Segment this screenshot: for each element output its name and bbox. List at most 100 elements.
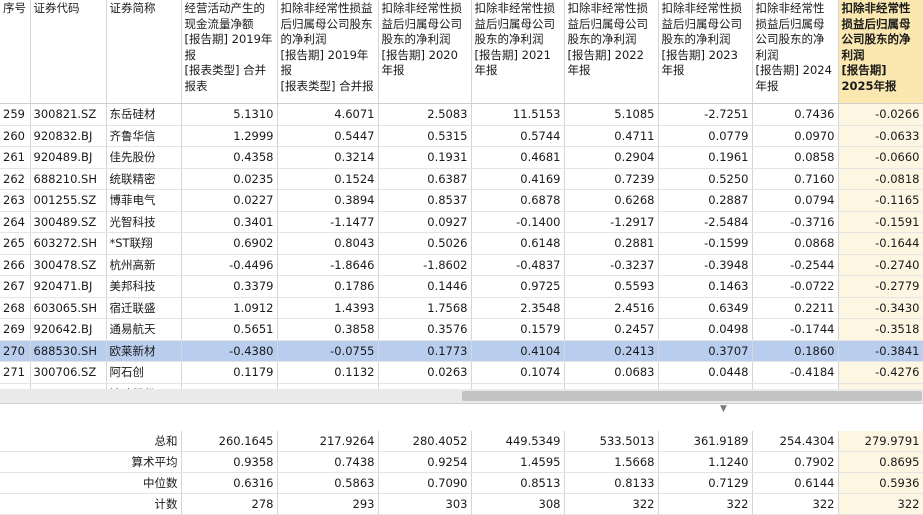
security-code-cell[interactable]: 688210.SH [30,168,107,190]
security-name-cell[interactable]: 东岳硅材 [106,103,182,126]
column-header-2[interactable]: 证券简称 [106,0,182,104]
value-cell[interactable]: 0.0263 [378,361,472,384]
table-row[interactable]: 268 603065.SH 宿迁联盛 1.0912 1.4393 1.7568 2.3548… [0,297,923,319]
value-cell[interactable]: -0.4380 [181,340,278,362]
value-cell[interactable]: -0.3518 [838,318,923,341]
value-cell[interactable]: 0.3214 [277,146,379,169]
value-cell[interactable]: 0.4711 [564,125,659,147]
value-cell[interactable]: 0.8043 [277,232,379,255]
security-code-cell[interactable]: 300821.SZ [30,103,107,126]
value-cell[interactable]: 0.0858 [752,146,839,169]
value-cell[interactable]: -0.3716 [752,211,839,233]
security-name-cell[interactable]: 杭州高新 [106,254,182,276]
value-cell[interactable]: 0.7239 [564,168,659,190]
column-header-5[interactable]: 扣除非经常性损益后归属母公司股东的净利润 [报告期] 2020年报 [378,0,472,104]
value-cell[interactable]: 0.1579 [471,318,565,341]
value-cell[interactable]: 0.1524 [277,168,379,190]
row-index-cell[interactable]: 260 [0,125,31,147]
security-code-cell[interactable]: 688530.SH [30,340,107,362]
security-name-cell[interactable]: 博菲电气 [106,189,182,212]
value-cell[interactable]: 0.8537 [378,189,472,212]
row-index-cell[interactable]: 259 [0,103,31,126]
value-cell[interactable]: -0.1165 [838,189,923,212]
table-row[interactable]: 267 920471.BJ 美邦科技 0.3379 0.1786 0.1446 0.9725… [0,275,923,298]
value-cell[interactable]: 0.1132 [277,361,379,384]
value-cell[interactable]: 0.0927 [378,211,472,233]
security-code-cell[interactable]: 300489.SZ [30,211,107,233]
value-cell[interactable]: -0.1400 [471,211,565,233]
value-cell[interactable]: 0.1773 [378,340,472,362]
value-cell[interactable]: 0.1931 [378,146,472,169]
value-cell[interactable]: 0.0794 [752,189,839,212]
security-code-cell[interactable]: 300478.SZ [30,254,107,276]
scrollbar-thumb[interactable] [462,391,922,401]
pane-splitter[interactable]: ▼ [0,403,923,428]
value-cell[interactable]: 0.0498 [658,318,753,341]
security-code-cell[interactable]: 920642.BJ [30,318,107,341]
value-cell[interactable]: 2.5083 [378,103,472,126]
value-cell[interactable]: 0.1961 [658,146,753,169]
value-cell[interactable]: 0.2904 [564,146,659,169]
value-cell[interactable]: -0.4837 [471,254,565,276]
column-header-3[interactable]: 经营活动产生的现金流量净额 [报告期] 2019年报 [报表类型] 合并报表 [181,0,278,104]
row-index-cell[interactable]: 269 [0,318,31,341]
value-cell[interactable]: -0.2740 [838,254,923,276]
value-cell[interactable]: 0.5593 [564,275,659,298]
value-cell[interactable]: -0.0755 [277,340,379,362]
value-cell[interactable]: 0.0868 [752,232,839,255]
chevron-down-icon[interactable]: ▼ [720,404,727,414]
value-cell[interactable]: -0.0266 [838,103,923,126]
value-cell[interactable]: -0.1599 [658,232,753,255]
value-cell[interactable]: 0.5744 [471,125,565,147]
value-cell[interactable]: 0.6878 [471,189,565,212]
row-index-cell[interactable]: 262 [0,168,31,190]
value-cell[interactable]: 0.3858 [277,318,379,341]
value-cell[interactable]: 0.5315 [378,125,472,147]
value-cell[interactable]: -0.3948 [658,254,753,276]
value-cell[interactable]: -0.4496 [181,254,278,276]
row-index-cell[interactable]: 268 [0,297,31,319]
table-row[interactable]: 264 300489.SZ 光智科技 0.3401 -1.1477 0.0927 -0.14… [0,211,923,233]
column-header-4[interactable]: 扣除非经常性损益后归属母公司股东的净利润 [报告期] 2019年报 [报表类型]… [277,0,379,104]
value-cell[interactable]: 0.1786 [277,275,379,298]
value-cell[interactable]: 0.7160 [752,168,839,190]
value-cell[interactable]: 5.1085 [564,103,659,126]
security-name-cell[interactable]: *ST联翔 [106,232,182,255]
value-cell[interactable]: -0.4184 [752,361,839,384]
table-row[interactable]: 270 688530.SH 欧莱新材 -0.4380 -0.0755 0.1773 0.41… [0,340,923,362]
value-cell[interactable]: 0.0235 [181,168,278,190]
table-row[interactable]: 260 920832.BJ 齐鲁华信 1.2999 0.5447 0.5315 0.5744… [0,125,923,147]
value-cell[interactable]: -2.7251 [658,103,753,126]
value-cell[interactable]: 0.7436 [752,103,839,126]
value-cell[interactable]: -0.3237 [564,254,659,276]
table-row[interactable]: 269 920642.BJ 通易航天 0.5651 0.3858 0.3576 0.1579… [0,318,923,341]
data-grid[interactable]: 序号 证券代码 证券简称 经营活动产生的现金流量净额 [报告期] 2019年报 [报表… [0,0,923,427]
value-cell[interactable]: -0.3430 [838,297,923,319]
horizontal-scrollbar[interactable] [0,389,923,403]
row-index-cell[interactable]: 263 [0,189,31,212]
row-index-cell[interactable]: 261 [0,146,31,169]
row-index-cell[interactable]: 271 [0,361,31,384]
security-code-cell[interactable]: 920832.BJ [30,125,107,147]
column-header-1[interactable]: 证券代码 [30,0,107,104]
value-cell[interactable]: 0.5447 [277,125,379,147]
value-cell[interactable]: -2.5484 [658,211,753,233]
value-cell[interactable]: 1.2999 [181,125,278,147]
table-row[interactable]: 266 300478.SZ 杭州高新 -0.4496 -1.8646 -1.8602 -0.… [0,254,923,276]
table-row[interactable]: 271 300706.SZ 阿石创 0.1179 0.1132 0.0263 0.1074 0… [0,361,923,384]
value-cell[interactable]: 1.0912 [181,297,278,319]
value-cell[interactable]: 2.3548 [471,297,565,319]
security-name-cell[interactable]: 统联精密 [106,168,182,190]
security-name-cell[interactable]: 佳先股份 [106,146,182,169]
value-cell[interactable]: 1.4393 [277,297,379,319]
value-cell[interactable]: 0.5651 [181,318,278,341]
value-cell[interactable]: 0.6349 [658,297,753,319]
value-cell[interactable]: 0.6148 [471,232,565,255]
row-index-cell[interactable]: 264 [0,211,31,233]
row-index-cell[interactable]: 270 [0,340,31,362]
value-cell[interactable]: 0.2413 [564,340,659,362]
value-cell[interactable]: -0.2544 [752,254,839,276]
value-cell[interactable]: 0.3401 [181,211,278,233]
value-cell[interactable]: 0.2887 [658,189,753,212]
table-row[interactable]: 262 688210.SH 统联精密 0.0235 0.1524 0.6387 0.4169… [0,168,923,190]
